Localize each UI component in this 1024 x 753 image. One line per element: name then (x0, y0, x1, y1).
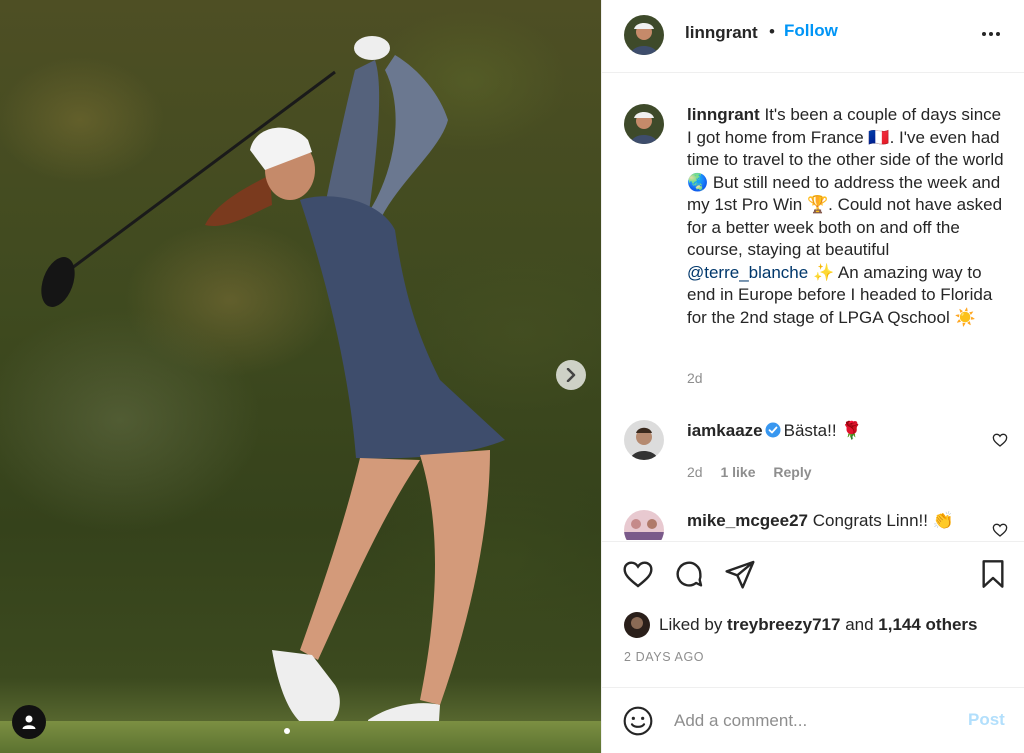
post-timestamp[interactable]: 2 DAYS AGO (624, 650, 704, 664)
comment-text: iamkaaze Bästa!! 🌹 (687, 420, 862, 442)
post-comment-button[interactable]: Post (968, 710, 1005, 730)
paper-plane-icon[interactable] (724, 558, 756, 590)
person-icon (22, 715, 36, 729)
smiley-icon[interactable] (622, 705, 654, 737)
verified-badge-icon (765, 422, 781, 438)
reply-button[interactable]: Reply (773, 464, 811, 480)
likes-middle: and (840, 615, 879, 634)
caption-text: linngrant It's been a couple of days sin… (687, 104, 1009, 329)
more-horizontal-icon (982, 32, 1000, 36)
avatar[interactable] (624, 104, 664, 144)
next-image-button[interactable] (556, 360, 586, 390)
caption-username[interactable]: linngrant (687, 105, 760, 124)
add-comment-bar: Post (602, 687, 1024, 753)
comment-text: mike_mcgee27 Congrats Linn!! 👏 (687, 510, 954, 532)
post-side-panel: linngrant • Follow linngrant It's been a… (601, 0, 1024, 753)
likes-text: Liked by treybreezy717 and 1,144 others (659, 615, 978, 635)
bookmark-icon[interactable] (977, 558, 1009, 590)
post-header: linngrant • Follow (602, 0, 1024, 73)
caption-body: It's been a couple of days since I got h… (687, 105, 1004, 259)
caption-timestamp[interactable]: 2d (687, 370, 703, 386)
follow-button[interactable]: Follow (784, 21, 838, 41)
heart-icon[interactable] (622, 558, 654, 590)
avatar[interactable] (624, 420, 664, 460)
comments-list[interactable]: linngrant It's been a couple of days sin… (602, 74, 1024, 540)
grass (0, 721, 601, 753)
avatar[interactable] (624, 510, 664, 540)
heart-icon[interactable] (992, 522, 1008, 538)
more-options-button[interactable] (979, 22, 1003, 46)
likes-prefix: Liked by (659, 615, 728, 634)
liked-by-row: Liked by treybreezy717 and 1,144 others (624, 612, 1014, 638)
post-photo[interactable] (0, 0, 601, 753)
comment-likes-count[interactable]: 1 like (720, 464, 755, 480)
comment-timestamp[interactable]: 2d (687, 464, 703, 480)
liked-by-user[interactable]: treybreezy717 (727, 615, 840, 634)
header-separator: • (769, 22, 775, 41)
golfer-photo (41, 36, 505, 737)
comment-meta: 2d 1 like Reply (687, 464, 826, 480)
heart-icon[interactable] (992, 432, 1008, 448)
caption-mention[interactable]: @terre_blanche (687, 263, 808, 282)
tag-people-button[interactable] (12, 705, 46, 739)
action-bar (602, 541, 1024, 607)
chevron-right-icon (566, 368, 576, 382)
comment-bubble-icon[interactable] (673, 558, 705, 590)
carousel-indicator (284, 728, 290, 734)
likes-others[interactable]: 1,144 others (878, 615, 977, 634)
comment-username[interactable]: mike_mcgee27 (687, 511, 808, 530)
comment-username[interactable]: iamkaaze (687, 421, 763, 440)
comment-body: Congrats Linn!! 👏 (812, 511, 954, 530)
avatar[interactable] (624, 15, 664, 55)
comment-input[interactable] (674, 706, 954, 736)
avatar[interactable] (624, 612, 650, 638)
header-username[interactable]: linngrant (685, 23, 758, 43)
comment-body: Bästa!! 🌹 (783, 421, 863, 440)
